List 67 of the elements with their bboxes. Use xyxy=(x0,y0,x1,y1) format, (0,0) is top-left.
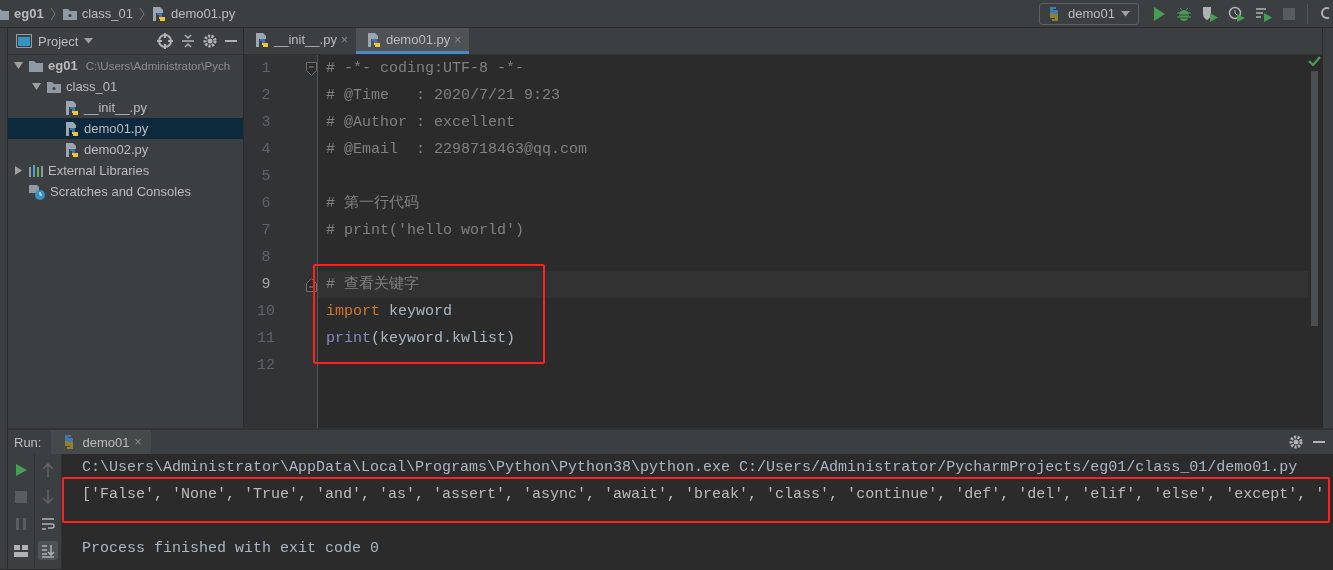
fold-end-icon[interactable] xyxy=(306,277,317,292)
code-line: # 第一行代码 xyxy=(326,195,419,212)
tree-item[interactable]: demo01.py xyxy=(8,118,243,139)
python-file-icon xyxy=(365,31,382,48)
run-tab[interactable]: demo01 × xyxy=(51,430,152,454)
console-output: ['False', 'None', 'True', 'and', 'as', 'assert', 'async', 'await', 'break', 'class', 'continue', 'def', 'del', 'elif', 'else', 'except', ' xyxy=(82,486,1325,503)
code-line: import keyword xyxy=(326,303,453,320)
scrollbar[interactable] xyxy=(1311,71,1318,326)
tree-item[interactable]: __init__.py xyxy=(8,97,243,118)
tree-item[interactable]: class_01 xyxy=(8,76,243,97)
soft-wrap-icon[interactable] xyxy=(41,516,55,531)
breadcrumb-item[interactable]: demo01.py xyxy=(150,5,236,22)
collapsed-arrow-icon[interactable] xyxy=(13,165,24,176)
settings-icon[interactable] xyxy=(203,34,217,48)
breadcrumb-item[interactable]: class_01 xyxy=(61,6,133,21)
code-line: # 查看关键字 xyxy=(326,276,419,293)
locate-icon[interactable] xyxy=(157,33,173,49)
code-line: # -*- coding:UTF-8 -*- xyxy=(326,60,525,77)
settings-icon[interactable] xyxy=(1289,435,1303,449)
bug-icon[interactable] xyxy=(1176,5,1192,22)
fold-icon[interactable] xyxy=(306,61,317,76)
console-command: C:\Users\Administrator\AppData\Local\Programs\Python\Python38\python.exe C:/Users/Administrator/PycharmProjects/eg01/class_01/demo01.py xyxy=(82,459,1298,476)
code-line: # @Author : excellent xyxy=(326,114,516,131)
scroll-to-end-icon[interactable] xyxy=(41,543,55,558)
libraries-icon xyxy=(28,163,44,178)
clock-run-icon[interactable] xyxy=(1228,5,1246,22)
python-file-icon xyxy=(64,120,80,137)
editor-tab[interactable]: __init__.py × xyxy=(244,28,356,54)
caret-icon xyxy=(1121,10,1130,17)
python-file-icon xyxy=(64,141,80,158)
tree-item[interactable]: demo02.py xyxy=(8,139,243,160)
run-label: Run: xyxy=(14,434,42,450)
python-file-icon xyxy=(254,31,270,48)
chevron-icon xyxy=(138,6,145,21)
run-icon[interactable] xyxy=(1151,5,1167,22)
code-line: # @Time : 2020/7/21 9:23 xyxy=(326,87,561,104)
close-icon[interactable]: × xyxy=(340,32,348,47)
package-folder-icon xyxy=(46,79,62,94)
expanded-arrow-icon[interactable] xyxy=(31,81,42,92)
tree-item[interactable]: External Libraries xyxy=(8,160,243,181)
project-path: C:\Users\Administrator\Pych xyxy=(85,59,231,72)
line-number: 9 xyxy=(260,276,272,293)
code-line: print(keyword.kwlist) xyxy=(326,330,516,347)
caret-icon xyxy=(84,38,94,44)
console-status: Process finished with exit code 0 xyxy=(82,540,380,557)
folder-icon xyxy=(28,58,44,73)
expanded-arrow-icon[interactable] xyxy=(13,60,24,71)
python-file-icon xyxy=(150,5,167,22)
code-line: # @Email : 2298718463@qq.com xyxy=(326,141,588,158)
list-run-icon[interactable] xyxy=(1255,5,1273,22)
scratches-icon xyxy=(28,183,46,200)
run-configuration-dropdown[interactable]: demo01 xyxy=(1039,2,1139,25)
breadcrumb-item[interactable]: eg01 xyxy=(0,6,44,21)
checkmark-icon xyxy=(1308,56,1321,66)
tree-item[interactable]: eg01 C:\Users\Administrator\Pych xyxy=(8,55,243,76)
shield-run-icon[interactable] xyxy=(1201,5,1219,22)
layout-icon[interactable] xyxy=(14,544,28,557)
panel-icon xyxy=(16,34,32,48)
project-view-dropdown[interactable]: Project xyxy=(16,33,149,49)
collapse-all-icon[interactable] xyxy=(181,34,195,48)
editor-tab[interactable]: demo01.py × xyxy=(355,28,470,54)
package-folder-icon xyxy=(61,6,78,21)
chevron-icon xyxy=(49,6,56,21)
python-file-icon xyxy=(64,99,80,116)
tree-item[interactable]: Scratches and Consoles xyxy=(8,181,243,202)
rerun-icon[interactable] xyxy=(14,462,28,477)
code-line: # print('hello world') xyxy=(326,222,525,239)
